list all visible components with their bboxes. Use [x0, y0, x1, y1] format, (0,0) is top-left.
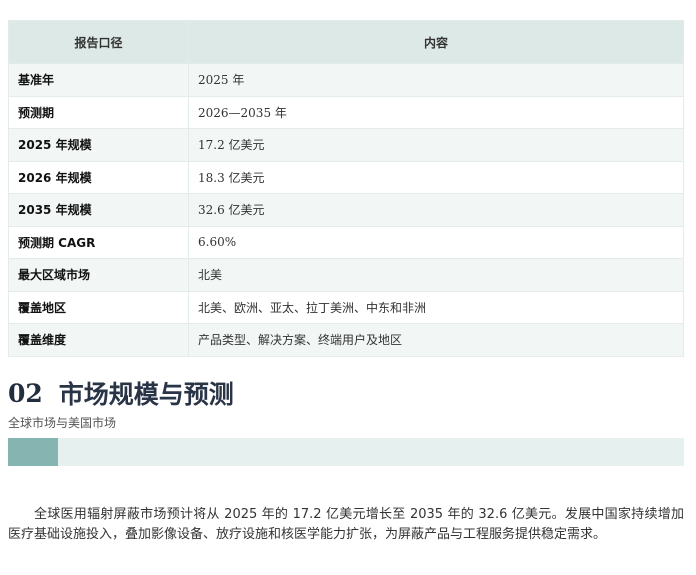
- row-label: 基准年: [8, 63, 189, 97]
- table-row: 预测期 CAGR 6.60%: [8, 225, 684, 259]
- row-value: 北美: [188, 258, 684, 292]
- row-label: 2035 年规模: [8, 193, 189, 227]
- row-label: 预测期 CAGR: [8, 225, 189, 259]
- table-header-scope: 报告口径: [8, 20, 189, 64]
- table-header-content: 内容: [188, 20, 684, 64]
- row-value: 北美、欧洲、亚太、拉丁美洲、中东和非洲: [188, 290, 684, 324]
- table-row: 2026 年规模 18.3 亿美元: [8, 160, 684, 194]
- section-subtitle: 全球市场与美国市场: [8, 416, 117, 430]
- table-row: 2025 年规模 17.2 亿美元: [8, 128, 684, 162]
- table-row: 2035 年规模 32.6 亿美元: [8, 193, 684, 227]
- row-value: 18.3 亿美元: [188, 160, 684, 194]
- row-label: 最大区域市场: [8, 258, 189, 292]
- table-row: 覆盖地区 北美、欧洲、亚太、拉丁美洲、中东和非洲: [8, 290, 684, 324]
- row-value: 32.6 亿美元: [188, 193, 684, 227]
- row-label: 2026 年规模: [8, 160, 189, 194]
- row-label: 2025 年规模: [8, 128, 189, 162]
- table-row: 预测期 2026—2035 年: [8, 95, 684, 129]
- row-label: 覆盖维度: [8, 323, 189, 357]
- table-row: 最大区域市场 北美: [8, 258, 684, 292]
- table-header-row: 报告口径 内容: [8, 20, 684, 64]
- report-scope-table: 报告口径 内容 基准年 2025 年 预测期 2026—2035 年 2025 …: [8, 20, 684, 357]
- row-value: 6.60%: [188, 225, 684, 259]
- row-value: 17.2 亿美元: [188, 128, 684, 162]
- section-progress-fill: [8, 438, 59, 466]
- section-number: 02: [8, 378, 43, 408]
- section-progress-bar: [8, 438, 684, 466]
- body-paragraph: 全球医用辐射屏蔽市场预计将从 2025 年的 17.2 亿美元增长至 2035 …: [8, 507, 684, 542]
- section-title: 市场规模与预测: [58, 380, 234, 409]
- row-label: 覆盖地区: [8, 290, 189, 324]
- row-value: 产品类型、解决方案、终端用户及地区: [188, 323, 684, 357]
- row-value: 2025 年: [188, 63, 684, 97]
- table-row: 基准年 2025 年: [8, 63, 684, 97]
- row-value: 2026—2035 年: [188, 95, 684, 129]
- section-heading: 02 市场规模与预测: [8, 375, 234, 411]
- row-label: 预测期: [8, 95, 189, 129]
- table-row: 覆盖维度 产品类型、解决方案、终端用户及地区: [8, 323, 684, 357]
